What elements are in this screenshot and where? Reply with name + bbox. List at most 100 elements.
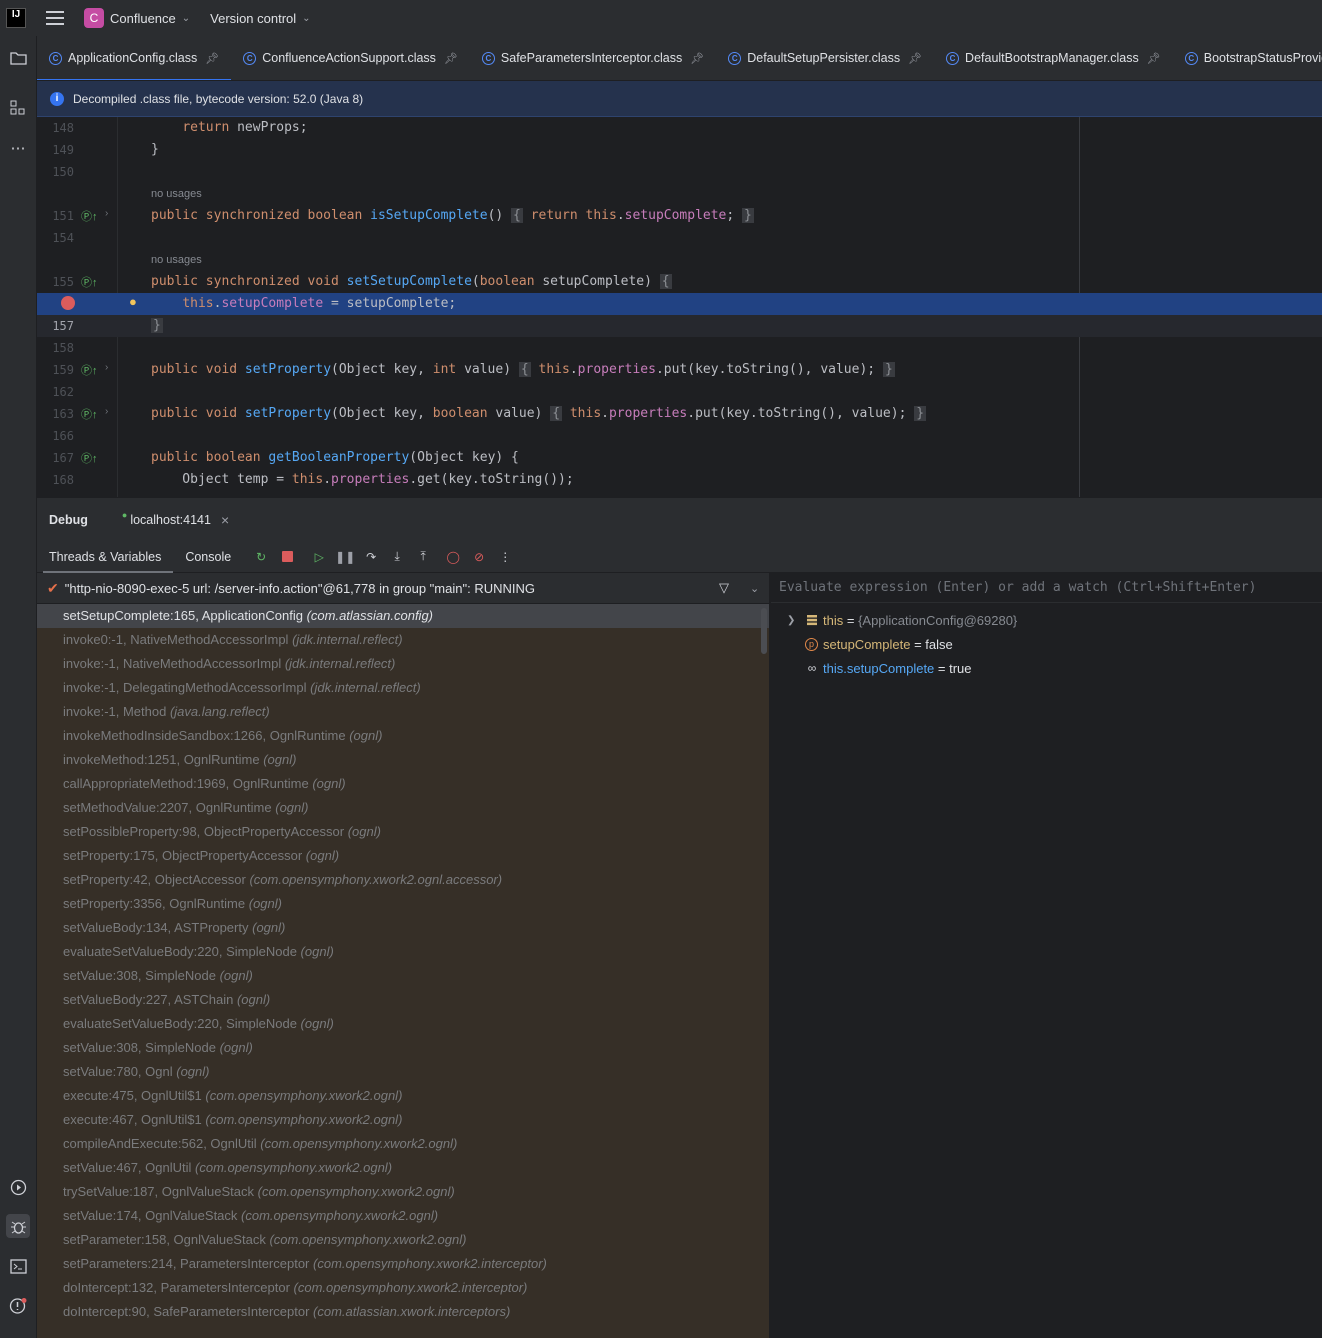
implements-icon[interactable]: Ⓟ↑ — [81, 362, 98, 378]
project-name[interactable]: Confluence — [110, 11, 176, 26]
view-breakpoints-icon[interactable]: ◯ — [445, 549, 461, 565]
stack-frame[interactable]: compileAndExecute:562, OgnlUtil (com.ope… — [37, 1132, 769, 1156]
stack-frame[interactable]: execute:475, OgnlUtil$1 (com.opensymphon… — [37, 1084, 769, 1108]
editor-tab[interactable]: C SafeParametersInterceptor.class 📌︎ — [470, 36, 716, 80]
more-icon[interactable]: ⋯ — [6, 136, 30, 160]
stop-icon[interactable] — [279, 549, 295, 565]
implements-icon[interactable]: Ⓟ↑ — [81, 406, 98, 422]
tab-threads-variables[interactable]: Threads & Variables — [37, 541, 174, 573]
stack-frame[interactable]: execute:467, OgnlUtil$1 (com.opensymphon… — [37, 1108, 769, 1132]
stack-frame[interactable]: setProperty:3356, OgnlRuntime (ognl) — [37, 892, 769, 916]
stack-frame[interactable]: setProperty:175, ObjectPropertyAccessor … — [37, 844, 769, 868]
stack-frame[interactable]: setParameters:214, ParametersInterceptor… — [37, 1252, 769, 1276]
variable-row[interactable]: p setupComplete = false — [771, 632, 1322, 656]
thread-selector[interactable]: ✔ "http-nio-8090-exec-5 url: /server-inf… — [37, 573, 769, 604]
stack-frame[interactable]: invokeMethodInsideSandbox:1266, OgnlRunt… — [37, 724, 769, 748]
pin-icon[interactable]: 📌︎ — [908, 52, 922, 65]
structure-icon[interactable] — [6, 96, 30, 120]
code-line[interactable]: 148 return newProps; — [37, 117, 1322, 139]
resume-icon[interactable]: ▷ — [311, 549, 327, 565]
stack-frame[interactable]: invoke:-1, NativeMethodAccessorImpl (jdk… — [37, 652, 769, 676]
stack-frame[interactable]: evaluateSetValueBody:220, SimpleNode (og… — [37, 1012, 769, 1036]
stack-frame[interactable]: setValue:780, Ognl (ognl) — [37, 1060, 769, 1084]
pin-icon[interactable]: 📌︎ — [444, 52, 458, 65]
stack-frame[interactable]: invoke0:-1, NativeMethodAccessorImpl (jd… — [37, 628, 769, 652]
step-out-icon[interactable]: ⤒ — [415, 549, 431, 565]
stack-frame[interactable]: invoke:-1, Method (java.lang.reflect) — [37, 700, 769, 724]
tab-console[interactable]: Console — [173, 541, 243, 573]
project-folder-icon[interactable] — [6, 46, 30, 70]
lightbulb-icon[interactable]: ● — [129, 294, 137, 309]
editor-tab[interactable]: C DefaultSetupPersister.class 📌︎ — [716, 36, 934, 80]
project-badge[interactable]: C — [84, 8, 104, 28]
implements-icon[interactable]: Ⓟ↑ — [81, 450, 98, 466]
breakpoint-icon[interactable] — [61, 296, 75, 310]
stack-frame[interactable]: doIntercept:90, SafeParametersIntercepto… — [37, 1300, 769, 1324]
fold-chevron-icon[interactable]: › — [105, 362, 108, 373]
editor-tab[interactable]: C ConfluenceActionSupport.class 📌︎ — [231, 36, 470, 80]
code-line[interactable]: 162 — [37, 381, 1322, 403]
intellij-logo-icon[interactable]: IJ — [6, 8, 26, 28]
pause-icon[interactable]: ❚❚ — [335, 549, 355, 565]
chevron-down-icon[interactable]: ⌄ — [750, 582, 759, 595]
fold-chevron-icon[interactable]: › — [105, 208, 108, 219]
stack-frame[interactable]: evaluateSetValueBody:220, SimpleNode (og… — [37, 940, 769, 964]
caret-line[interactable]: 157 } — [37, 315, 1322, 337]
pin-icon[interactable]: 📌︎ — [690, 52, 704, 65]
stack-frame[interactable]: callAppropriateMethod:1969, OgnlRuntime … — [37, 772, 769, 796]
stack-frame[interactable]: setValue:308, SimpleNode (ognl) — [37, 1036, 769, 1060]
watch-row[interactable]: ∞ this.setupComplete = true — [771, 656, 1322, 680]
debug-icon[interactable] — [6, 1214, 30, 1238]
terminal-icon[interactable] — [6, 1254, 30, 1278]
close-icon[interactable]: × — [221, 512, 229, 528]
run-icon[interactable] — [6, 1175, 30, 1199]
stack-frame[interactable]: setParameter:158, OgnlValueStack (com.op… — [37, 1228, 769, 1252]
code-line[interactable]: 154 — [37, 227, 1322, 249]
debug-session-tab[interactable]: localhost:4141 — [130, 513, 211, 527]
code-line[interactable]: 163 Ⓟ↑ › public void setProperty(Object … — [37, 403, 1322, 425]
code-line[interactable]: 166 — [37, 425, 1322, 447]
code-editor[interactable]: 148 return newProps; 149 } 150 no usages… — [37, 117, 1322, 497]
stack-frame[interactable]: setValue:308, SimpleNode (ognl) — [37, 964, 769, 988]
scrollbar[interactable] — [761, 608, 767, 654]
execution-line[interactable]: ● this.setupComplete = setupComplete; — [37, 293, 1322, 315]
main-menu-icon[interactable] — [46, 11, 64, 25]
editor-tab[interactable]: C DefaultBootstrapManager.class 📌︎ — [934, 36, 1173, 80]
stack-frame[interactable]: setSetupComplete:165, ApplicationConfig … — [37, 604, 769, 628]
stack-frame[interactable]: setValueBody:227, ASTChain (ognl) — [37, 988, 769, 1012]
chevron-down-icon[interactable]: ⌄ — [182, 13, 190, 24]
usage-hint[interactable]: no usages — [37, 249, 1322, 271]
code-line[interactable]: 149 } — [37, 139, 1322, 161]
stack-frame[interactable]: setProperty:42, ObjectAccessor (com.open… — [37, 868, 769, 892]
code-line[interactable]: 151 Ⓟ↑ › public synchronized boolean isS… — [37, 205, 1322, 227]
step-into-icon[interactable]: ⤓ — [389, 549, 405, 565]
code-line[interactable]: 155 Ⓟ↑ public synchronized void setSetup… — [37, 271, 1322, 293]
code-line[interactable]: 167 Ⓟ↑ public boolean getBooleanProperty… — [37, 447, 1322, 469]
stack-frame[interactable]: setPossibleProperty:98, ObjectPropertyAc… — [37, 820, 769, 844]
code-line[interactable]: 159 Ⓟ↑ › public void setProperty(Object … — [37, 359, 1322, 381]
editor-tab[interactable]: C ApplicationConfig.class 📌︎ — [37, 36, 232, 80]
chevron-down-icon[interactable]: ⌄ — [302, 13, 310, 24]
problems-icon[interactable] — [6, 1294, 30, 1318]
code-line[interactable]: 168 Object temp = this.properties.get(ke… — [37, 469, 1322, 491]
variable-row[interactable]: ❯ this = {ApplicationConfig@69280} — [771, 608, 1322, 632]
pin-icon[interactable]: 📌︎ — [205, 52, 219, 65]
code-line[interactable]: 150 — [37, 161, 1322, 183]
implements-icon[interactable]: Ⓟ↑ — [81, 208, 98, 224]
stack-frame[interactable]: invoke:-1, DelegatingMethodAccessorImpl … — [37, 676, 769, 700]
mute-breakpoints-icon[interactable]: ⊘ — [471, 549, 487, 565]
stack-frame[interactable]: doIntercept:132, ParametersInterceptor (… — [37, 1276, 769, 1300]
stack-frame[interactable]: invokeMethod:1251, OgnlRuntime (ognl) — [37, 748, 769, 772]
stack-frame[interactable]: setValueBody:134, ASTProperty (ognl) — [37, 916, 769, 940]
stack-frame[interactable]: setValue:174, OgnlValueStack (com.opensy… — [37, 1204, 769, 1228]
filter-icon[interactable]: ▽ — [719, 580, 729, 596]
usage-hint[interactable]: no usages — [37, 183, 1322, 205]
more-options-icon[interactable]: ⋮ — [497, 549, 513, 565]
expand-chevron-icon[interactable]: ❯ — [787, 615, 795, 626]
stack-frame[interactable]: trySetValue:187, OgnlValueStack (com.ope… — [37, 1180, 769, 1204]
fold-chevron-icon[interactable]: › — [105, 406, 108, 417]
evaluate-expression-input[interactable]: Evaluate expression (Enter) or add a wat… — [771, 573, 1322, 603]
stack-frame[interactable]: setValue:467, OgnlUtil (com.opensymphony… — [37, 1156, 769, 1180]
editor-tab[interactable]: C BootstrapStatusProviderImpl.class — [1173, 36, 1322, 80]
implements-icon[interactable]: Ⓟ↑ — [81, 274, 98, 290]
